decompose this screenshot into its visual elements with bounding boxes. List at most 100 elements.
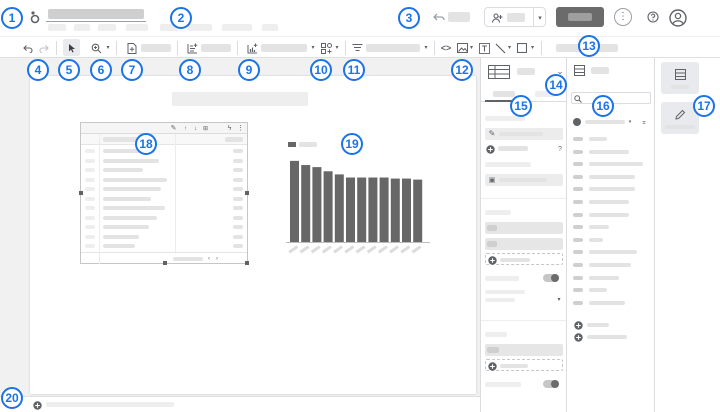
image-icon[interactable] — [456, 42, 468, 54]
pagination-next-icon[interactable]: › — [213, 255, 221, 263]
dimension-chip[interactable] — [485, 238, 563, 250]
table-row[interactable] — [81, 176, 247, 185]
sort-up-icon[interactable]: ↑ — [181, 124, 190, 133]
reset-button[interactable] — [448, 12, 470, 22]
chart-bar[interactable] — [323, 171, 333, 242]
text-box-icon[interactable] — [478, 42, 490, 54]
date-range-dimension[interactable]: ▣ — [485, 174, 563, 186]
add-parameter-row[interactable] — [571, 332, 651, 342]
add-control-icon[interactable] — [320, 42, 332, 54]
account-circle-icon[interactable] — [668, 8, 688, 28]
resize-handle[interactable] — [163, 261, 167, 265]
add-page-label[interactable] — [141, 44, 171, 52]
chart-bar[interactable] — [413, 179, 423, 242]
add-circle-icon[interactable] — [32, 400, 42, 410]
menu-help[interactable] — [262, 24, 278, 31]
chart-bar[interactable] — [334, 174, 344, 242]
help-icon[interactable]: ? — [555, 144, 565, 154]
data-tab-button[interactable] — [661, 62, 699, 94]
field-item[interactable] — [571, 210, 651, 220]
data-source-row[interactable]: ▾ ⌅ — [571, 116, 651, 128]
add-circle-icon[interactable] — [485, 144, 495, 154]
chevron-down-icon[interactable]: ▾ — [468, 43, 475, 53]
add-filter-label[interactable] — [366, 44, 420, 52]
report-title[interactable] — [48, 9, 144, 19]
chart-bar[interactable] — [402, 178, 411, 242]
table-row[interactable] — [81, 157, 247, 166]
metric-sliders-toggle[interactable] — [543, 380, 559, 388]
menu-file[interactable] — [48, 24, 66, 31]
chevron-down-icon[interactable]: ▾ — [529, 43, 536, 53]
menu-view[interactable] — [98, 24, 116, 31]
field-item[interactable] — [571, 134, 651, 144]
field-item[interactable] — [571, 298, 651, 308]
bar-chart-widget[interactable] — [280, 138, 434, 264]
add-metric[interactable] — [485, 359, 563, 371]
menu-resource[interactable] — [222, 24, 252, 31]
add-page-icon[interactable] — [126, 42, 138, 54]
pagination-prev-icon[interactable]: ‹ — [205, 255, 213, 263]
table-row[interactable] — [81, 195, 247, 204]
table-row[interactable] — [81, 147, 247, 156]
undo-icon[interactable] — [22, 42, 34, 54]
resize-handle[interactable] — [79, 191, 83, 195]
chart-bar[interactable] — [368, 177, 378, 242]
chevron-down-icon[interactable]: ▾ — [104, 43, 112, 53]
more-vert-icon[interactable]: ⋮ — [236, 124, 245, 133]
resize-handle[interactable] — [245, 261, 249, 265]
shape-icon[interactable] — [516, 42, 528, 54]
chevron-down-icon[interactable]: ▾ — [422, 43, 430, 53]
field-item[interactable] — [571, 159, 651, 169]
field-item[interactable] — [571, 222, 651, 232]
filter-icon[interactable] — [351, 42, 363, 54]
table-row[interactable] — [81, 166, 247, 175]
sort-down-icon[interactable]: ↓ — [191, 124, 200, 133]
report-page-title[interactable] — [172, 92, 308, 106]
table-row[interactable] — [81, 223, 247, 232]
dimension-chip[interactable] — [485, 222, 563, 234]
field-item[interactable] — [571, 260, 651, 270]
table-row[interactable] — [81, 233, 247, 242]
line-icon[interactable] — [494, 42, 506, 54]
add-data-icon[interactable] — [186, 42, 198, 54]
blend-data-label[interactable] — [498, 146, 528, 151]
looker-studio-logo-icon[interactable] — [28, 9, 42, 25]
add-dimension[interactable] — [485, 253, 563, 265]
chart-bar[interactable] — [357, 177, 367, 242]
field-item[interactable] — [571, 247, 651, 257]
report-page[interactable]: ✎ ↑ ↓ ⊞ ϟ ⋮ ‹ › — [30, 76, 476, 394]
table-widget[interactable]: ✎ ↑ ↓ ⊞ ϟ ⋮ ‹ › — [79, 122, 249, 265]
chart-bar[interactable] — [301, 165, 311, 242]
menu-arrange[interactable] — [188, 24, 212, 31]
metric-chip[interactable] — [485, 344, 563, 356]
chart-bar[interactable] — [346, 177, 355, 242]
help-icon[interactable] — [646, 10, 660, 24]
chevron-down-icon[interactable]: ▾ — [333, 43, 341, 53]
field-item[interactable] — [571, 197, 651, 207]
menu-edit[interactable] — [74, 24, 90, 31]
add-chart-icon[interactable] — [246, 42, 258, 54]
add-chart-label[interactable] — [261, 44, 307, 52]
field-item[interactable] — [571, 273, 651, 283]
table-header-cell[interactable] — [225, 137, 243, 142]
menu-insert[interactable] — [126, 24, 148, 31]
add-data-label[interactable] — [201, 44, 231, 52]
zoom-icon[interactable] — [90, 42, 102, 54]
share-button[interactable]: ▾ — [484, 7, 546, 27]
tab-setup[interactable] — [493, 91, 515, 97]
chart-bar[interactable] — [290, 160, 299, 242]
export-icon[interactable]: ⊞ — [201, 124, 210, 133]
code-embed-icon[interactable]: <> — [440, 42, 452, 54]
chevron-down-icon[interactable]: ▾ — [506, 43, 513, 53]
edit-icon[interactable]: ✎ — [169, 124, 178, 133]
table-row[interactable] — [81, 214, 247, 223]
chevron-down-icon[interactable]: ▾ — [309, 43, 317, 53]
add-field-row[interactable] — [571, 320, 651, 330]
table-row[interactable] — [81, 185, 247, 194]
field-item[interactable] — [571, 285, 651, 295]
field-item[interactable] — [571, 235, 651, 245]
resize-handle[interactable] — [245, 191, 249, 195]
chevron-down-icon[interactable]: ▾ — [535, 12, 545, 24]
more-options-button[interactable]: ⋮ — [614, 8, 632, 26]
table-row[interactable] — [81, 242, 247, 251]
